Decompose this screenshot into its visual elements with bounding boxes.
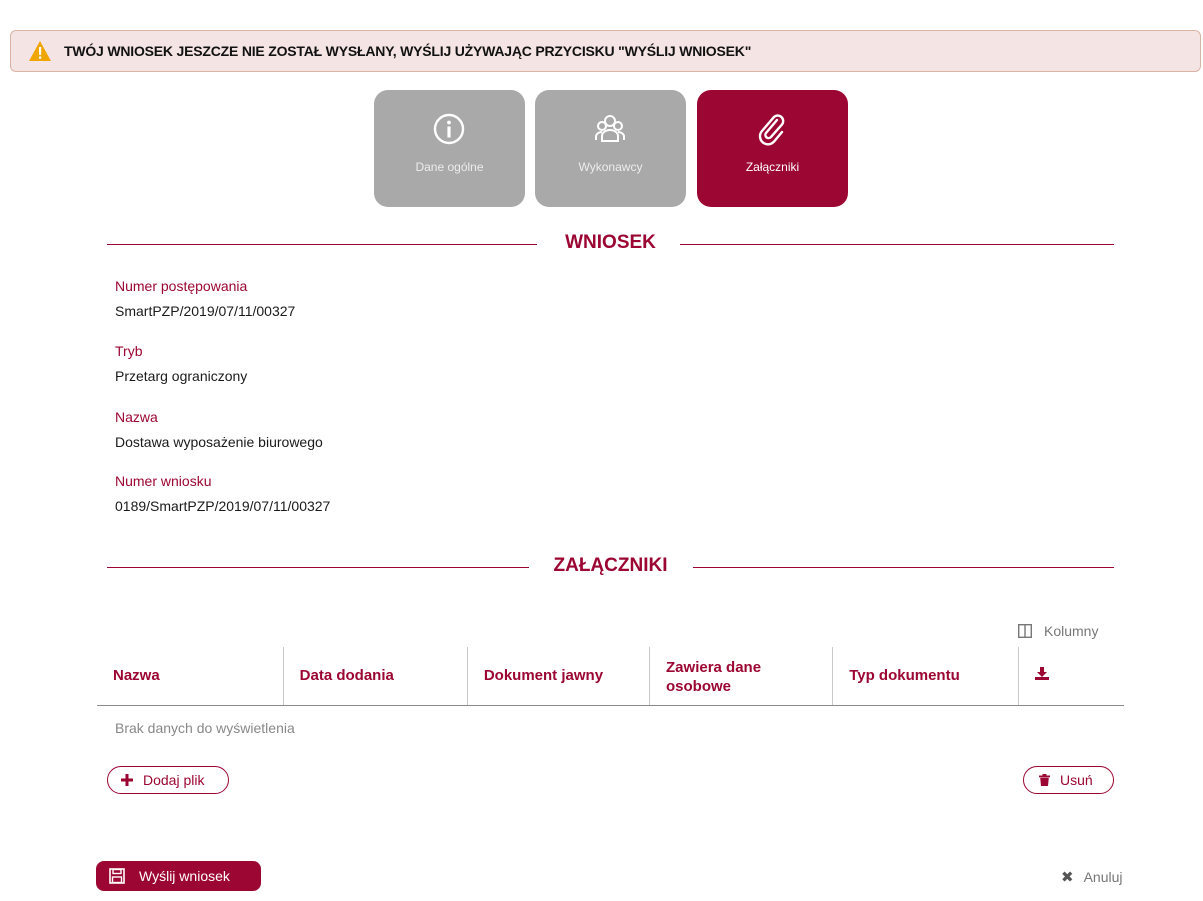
paperclip-icon — [758, 114, 785, 146]
plus-icon — [121, 774, 133, 786]
info-icon — [433, 113, 465, 145]
step-label: Dane ogólne — [415, 160, 484, 174]
step-zalaczniki[interactable]: Załączniki — [697, 90, 848, 207]
delete-button[interactable]: Usuń — [1023, 766, 1114, 794]
column-header-data-dodania[interactable]: Data dodania — [282, 647, 468, 706]
field-label-nazwa: Nazwa — [115, 409, 158, 425]
step-label: Załączniki — [745, 160, 800, 174]
field-label-numer-wniosku: Numer wniosku — [115, 473, 212, 489]
add-file-button[interactable]: Dodaj plik — [107, 766, 229, 794]
users-icon — [595, 115, 625, 142]
section-title: WNIOSEK — [565, 232, 656, 253]
section-zalaczniki-header: ZAŁĄCZNIKI — [107, 555, 1114, 579]
column-header-typ-dokumentu[interactable]: Typ dokumentu — [832, 647, 1019, 706]
columns-label: Kolumny — [1044, 623, 1099, 639]
field-value-tryb: Przetarg ograniczony — [115, 368, 248, 384]
step-wykonawcy[interactable]: Wykonawcy — [535, 90, 686, 207]
send-application-label: Wyślij wniosek — [139, 868, 230, 884]
delete-label: Usuń — [1060, 772, 1093, 788]
field-label-numer-postepowania: Numer postępowania — [115, 278, 248, 294]
field-label-tryb: Tryb — [115, 343, 143, 359]
section-title: ZAŁĄCZNIKI — [553, 555, 668, 576]
download-icon — [1035, 667, 1050, 681]
attachments-table: Nazwa Data dodania Dokument jawny Zawier… — [97, 647, 1124, 706]
send-application-button[interactable]: Wyślij wniosek — [96, 861, 261, 891]
cancel-label: Anuluj — [1083, 869, 1123, 885]
close-icon: ✖ — [1061, 869, 1074, 886]
save-icon — [109, 868, 125, 884]
column-header-nazwa[interactable]: Nazwa — [97, 647, 284, 706]
step-dane-ogolne[interactable]: Dane ogólne — [374, 90, 525, 207]
add-file-label: Dodaj plik — [143, 772, 205, 788]
table-header-row: Nazwa Data dodania Dokument jawny Zawier… — [97, 647, 1124, 706]
cancel-button[interactable]: ✖ Anuluj — [1061, 868, 1123, 886]
columns-icon — [1018, 624, 1032, 638]
step-label: Wykonawcy — [578, 160, 643, 174]
alert-message: TWÓJ WNIOSEK JESZCZE NIE ZOSTAŁ WYSŁANY,… — [64, 43, 752, 59]
column-header-dokument-jawny[interactable]: Dokument jawny — [466, 647, 650, 706]
field-value-numer-wniosku: 0189/SmartPZP/2019/07/11/00327 — [115, 498, 331, 514]
column-header-download[interactable] — [1018, 647, 1124, 706]
column-header-zawiera-dane-osobowe[interactable]: Zawiera dane osobowe — [649, 647, 833, 706]
columns-button[interactable]: Kolumny — [1018, 621, 1098, 641]
section-wniosek-header: WNIOSEK — [107, 232, 1114, 256]
field-value-numer-postepowania: SmartPZP/2019/07/11/00327 — [115, 303, 296, 319]
empty-table-message: Brak danych do wyświetlenia — [115, 720, 295, 736]
field-value-nazwa: Dostawa wyposażenie biurowego — [115, 434, 323, 450]
trash-icon — [1039, 774, 1050, 786]
warning-icon — [29, 41, 51, 61]
warning-alert: TWÓJ WNIOSEK JESZCZE NIE ZOSTAŁ WYSŁANY,… — [10, 30, 1201, 72]
